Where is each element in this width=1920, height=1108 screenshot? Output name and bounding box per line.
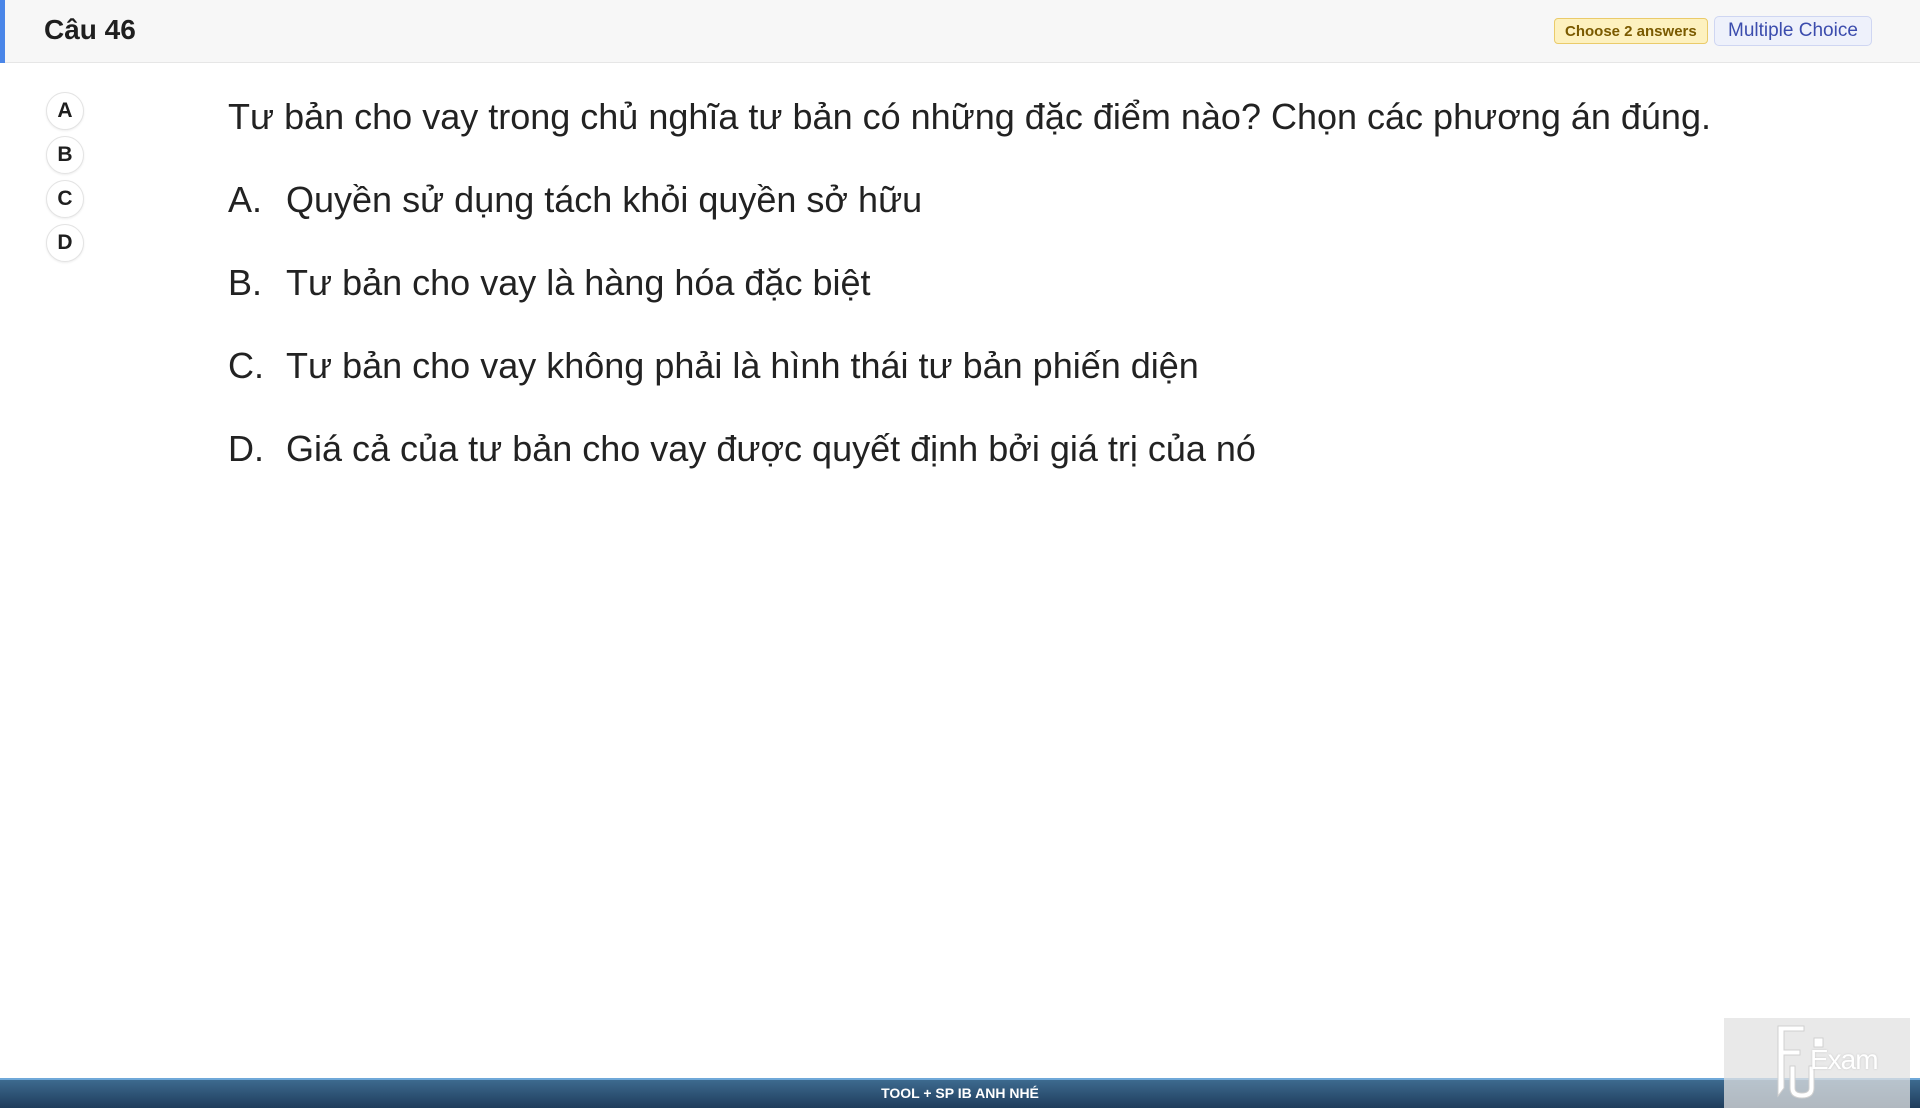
footer-banner: TOOL + SP IB ANH NHÉ (0, 1078, 1920, 1108)
option-a: A. Quyền sử dụng tách khỏi quyền sở hữu (228, 179, 1848, 221)
question-type-badge: Multiple Choice (1714, 16, 1872, 46)
option-d: D. Giá cả của tư bản cho vay được quyết đ… (228, 428, 1848, 470)
answer-button-d[interactable]: D (46, 224, 84, 262)
exam-viewer: Câu 46 Choose 2 answers Multiple Choice … (0, 0, 1920, 1108)
question-number: Câu 46 (44, 14, 136, 45)
option-text: Giá cả của tư bản cho vay được quyết địn… (286, 428, 1256, 469)
option-letter: B. (228, 262, 263, 303)
option-text: Quyền sử dụng tách khỏi quyền sở hữu (286, 179, 923, 220)
option-letter: C. (228, 345, 264, 386)
option-text: Tư bản cho vay không phải là hình thái t… (286, 345, 1199, 386)
answer-button-a[interactable]: A (46, 92, 84, 130)
option-text: Tư bản cho vay là hàng hóa đặc biệt (286, 262, 871, 303)
answer-button-c[interactable]: C (46, 180, 84, 218)
header-accent-bar (0, 0, 5, 63)
fu-exam-watermark: Exam (1724, 1018, 1910, 1108)
question-header: Câu 46 Choose 2 answers Multiple Choice (0, 0, 1920, 63)
question-content: Tư bản cho vay trong chủ nghĩa tư bản có… (228, 96, 1848, 511)
choose-answers-badge: Choose 2 answers (1554, 18, 1708, 44)
option-letter: D. (228, 428, 264, 469)
answer-button-b[interactable]: B (46, 136, 84, 174)
option-c: C. Tư bản cho vay không phải là hình thái… (228, 345, 1848, 387)
option-letter: A. (228, 179, 263, 220)
watermark-text: Exam (1810, 1044, 1879, 1075)
option-b: B. Tư bản cho vay là hàng hóa đặc biệt (228, 262, 1848, 304)
question-stem: Tư bản cho vay trong chủ nghĩa tư bản có… (228, 96, 1711, 137)
answer-selector: A B C D (46, 92, 86, 268)
